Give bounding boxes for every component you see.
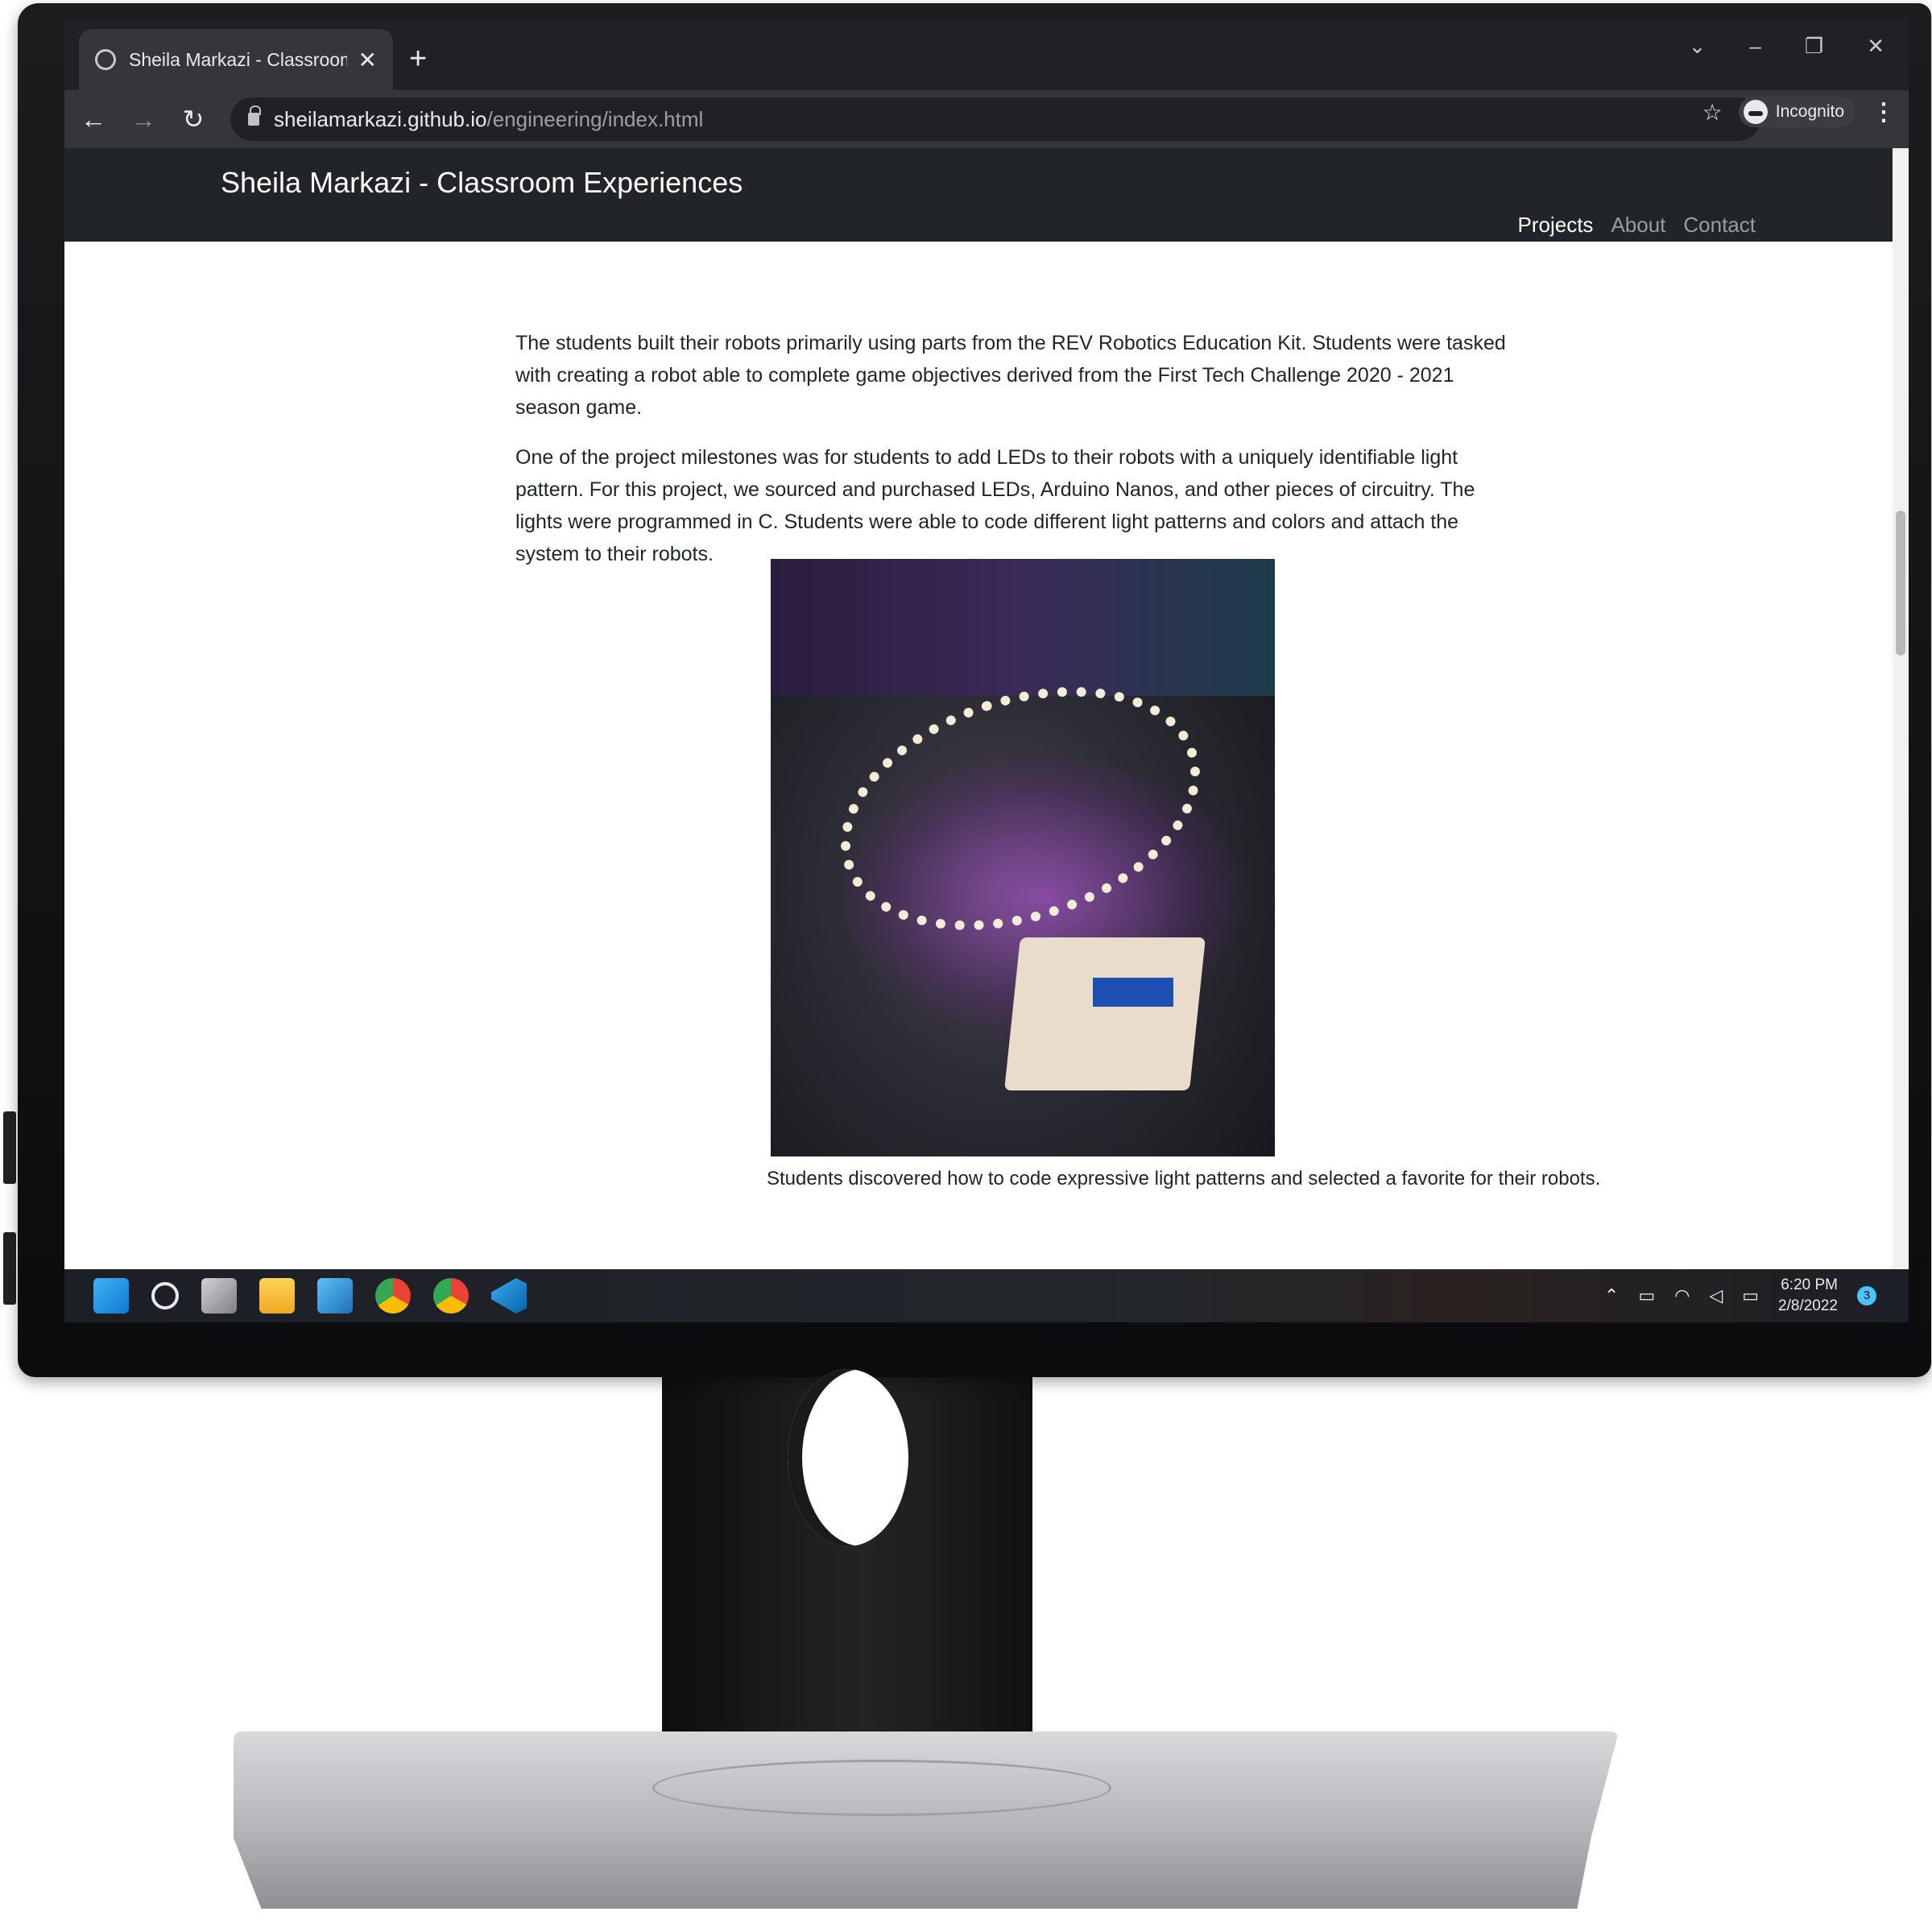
chrome-icon[interactable]: [433, 1278, 469, 1314]
page-viewport: Sheila Markazi - Classroom Experiences P…: [64, 148, 1909, 1269]
browser-tab[interactable]: Sheila Markazi - Classroom Exper ✕: [79, 29, 393, 90]
globe-icon: [95, 49, 116, 70]
reload-icon[interactable]: ↻: [172, 104, 214, 134]
photo-breadboard: [1004, 937, 1206, 1090]
taskbar: ⌃ ▭ ◠ ◁ ▭ 6:20 PM 2/8/2022 3: [64, 1269, 1909, 1322]
close-tab-icon[interactable]: ✕: [358, 47, 377, 73]
tab-title: Sheila Markazi - Classroom Exper: [129, 48, 347, 70]
monitor-stand-collar: [652, 1760, 1111, 1816]
site-brand[interactable]: Sheila Markazi - Classroom Experiences: [221, 166, 743, 200]
photo-arduino-nano: [1093, 978, 1173, 1007]
site-navbar: Sheila Markazi - Classroom Experiences P…: [64, 148, 1893, 242]
vscode-icon[interactable]: [491, 1278, 527, 1314]
clock[interactable]: 6:20 PM 2/8/2022: [1778, 1275, 1838, 1317]
nav-about[interactable]: About: [1611, 213, 1665, 238]
monitor-stand-cable-hole: [788, 1369, 908, 1546]
wifi-icon[interactable]: ◠: [1674, 1285, 1690, 1306]
site-nav: Projects About Contact: [1518, 213, 1756, 238]
chevron-up-icon[interactable]: ⌃: [1604, 1285, 1619, 1306]
led-project-photo: [771, 559, 1275, 1156]
monitor-stand-base: [234, 1731, 1619, 1909]
star-icon[interactable]: ☆: [1702, 99, 1723, 126]
file-explorer-icon[interactable]: [259, 1278, 295, 1314]
minimize-icon[interactable]: –: [1749, 34, 1760, 59]
clock-time: 6:20 PM: [1781, 1276, 1838, 1293]
incognito-label: Incognito: [1775, 102, 1844, 121]
incognito-icon: [1743, 100, 1768, 124]
notification-badge[interactable]: 3: [1857, 1286, 1876, 1305]
battery-icon[interactable]: ▭: [1742, 1285, 1759, 1306]
monitor-button: [3, 1111, 16, 1184]
lock-icon[interactable]: [248, 106, 261, 126]
back-arrow-icon[interactable]: ←: [72, 105, 114, 134]
paragraph: One of the project milestones was for st…: [515, 446, 1475, 565]
nav-projects[interactable]: Projects: [1518, 213, 1594, 238]
address-bar[interactable]: sheilamarkazi.github.io/engineering/inde…: [230, 97, 1760, 141]
monitor-screen: Sheila Markazi - Classroom Exper ✕ + ← →…: [64, 18, 1909, 1322]
touch-keyboard-icon[interactable]: ▭: [1638, 1285, 1655, 1306]
paragraph: The students built their robots primaril…: [515, 332, 1506, 419]
tab-strip: Sheila Markazi - Classroom Exper ✕ +: [64, 18, 1909, 90]
nav-contact[interactable]: Contact: [1683, 213, 1756, 238]
photo-laptop-screen: [771, 559, 1275, 696]
monitor-side-buttons: [0, 1111, 18, 1313]
restore-icon[interactable]: ❐: [1805, 34, 1823, 59]
tab-search-icon[interactable]: ⌄: [1689, 34, 1707, 59]
page-scrollbar[interactable]: [1893, 148, 1909, 1269]
url-host: sheilamarkazi.github.io: [274, 106, 487, 131]
incognito-chip[interactable]: Incognito: [1738, 97, 1855, 127]
project-figure: Students discovered how to code expressi…: [767, 559, 1601, 1190]
toolbar-right: ☆ Incognito ⋮: [1702, 97, 1896, 127]
close-window-icon[interactable]: ✕: [1867, 34, 1884, 59]
search-icon[interactable]: [151, 1282, 179, 1309]
menu-icon[interactable]: ⋮: [1872, 98, 1896, 126]
scroll-thumb[interactable]: [1896, 511, 1905, 656]
chrome-icon[interactable]: [375, 1278, 411, 1314]
new-tab-button[interactable]: +: [409, 42, 427, 77]
page-content: The students built their robots primaril…: [515, 327, 1514, 588]
photos-icon[interactable]: [317, 1278, 353, 1314]
figure-caption: Students discovered how to code expressi…: [767, 1168, 1601, 1189]
forward-arrow-icon[interactable]: →: [122, 105, 164, 134]
monitor-button: [3, 1232, 16, 1305]
system-tray: ⌃ ▭ ◠ ◁ ▭ 6:20 PM 2/8/2022 3: [1604, 1275, 1876, 1317]
window-controls: ⌄ – ❐ ✕: [1689, 34, 1884, 59]
browser-toolbar: ← → ↻ sheilamarkazi.github.io/engineerin…: [64, 34, 1909, 148]
task-view-icon[interactable]: [201, 1278, 237, 1314]
start-icon[interactable]: [93, 1278, 129, 1314]
clock-date: 2/8/2022: [1778, 1297, 1838, 1314]
volume-icon[interactable]: ◁: [1709, 1285, 1723, 1306]
url-path: /engineering/index.html: [486, 106, 704, 131]
